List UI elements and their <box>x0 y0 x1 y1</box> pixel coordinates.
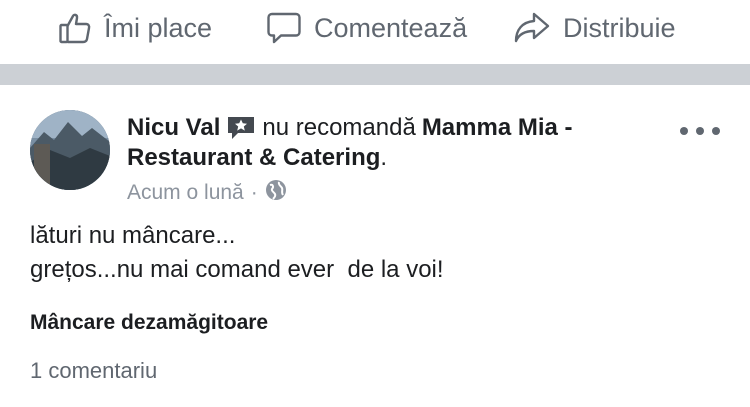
comments-count-link[interactable]: 1 comentariu <box>30 358 157 384</box>
thumbs-up-icon <box>58 11 92 45</box>
author-name[interactable]: Nicu Val <box>127 113 220 143</box>
post-body-line: lături nu mâncare... <box>30 222 236 249</box>
review-post: Nicu Val nu recomandă Mamma Mia - Restau… <box>0 85 750 407</box>
post-card-page: Îmi place Comentează Distribuie Nicu Val… <box>0 0 750 407</box>
star-speech-bubble-icon <box>226 115 256 141</box>
meta-separator: · <box>250 181 258 204</box>
post-body: lături nu mâncare... grețos...nu mai com… <box>30 219 720 287</box>
avatar[interactable] <box>30 110 110 190</box>
avatar-photo <box>30 110 110 190</box>
share-label: Distribuie <box>563 12 676 43</box>
globe-icon <box>265 179 287 207</box>
page-name-suffix: . <box>380 144 388 171</box>
page-name-part1[interactable]: Mamma Mia - <box>422 113 573 143</box>
share-button[interactable]: Distribuie <box>513 0 676 56</box>
share-arrow-icon <box>513 11 551 45</box>
section-divider <box>0 64 750 85</box>
post-body-line: grețos...nu mai comand ever de la voi! <box>30 256 444 283</box>
post-timestamp[interactable]: Acum o lună <box>127 181 244 205</box>
post-action-bar: Îmi place Comentează Distribuie <box>0 0 750 62</box>
post-header-line2: Restaurant & Catering. <box>127 143 387 173</box>
more-dots-icon <box>680 127 688 135</box>
like-label: Îmi place <box>104 12 213 43</box>
more-dots-icon <box>696 127 704 135</box>
like-button[interactable]: Îmi place <box>58 0 212 56</box>
post-meta: Acum o lună · <box>127 179 287 207</box>
comment-bubble-icon <box>266 11 302 45</box>
post-header: Nicu Val nu recomandă Mamma Mia - <box>127 113 667 143</box>
comment-button[interactable]: Comentează <box>266 0 467 56</box>
more-dots-icon <box>712 127 720 135</box>
recommend-verb: nu recomandă <box>262 114 416 141</box>
page-name-part2[interactable]: Restaurant & Catering <box>127 144 380 171</box>
comment-label: Comentează <box>314 12 468 43</box>
more-options-button[interactable] <box>680 125 720 137</box>
review-tag: Mâncare dezamăgitoare <box>30 311 269 334</box>
